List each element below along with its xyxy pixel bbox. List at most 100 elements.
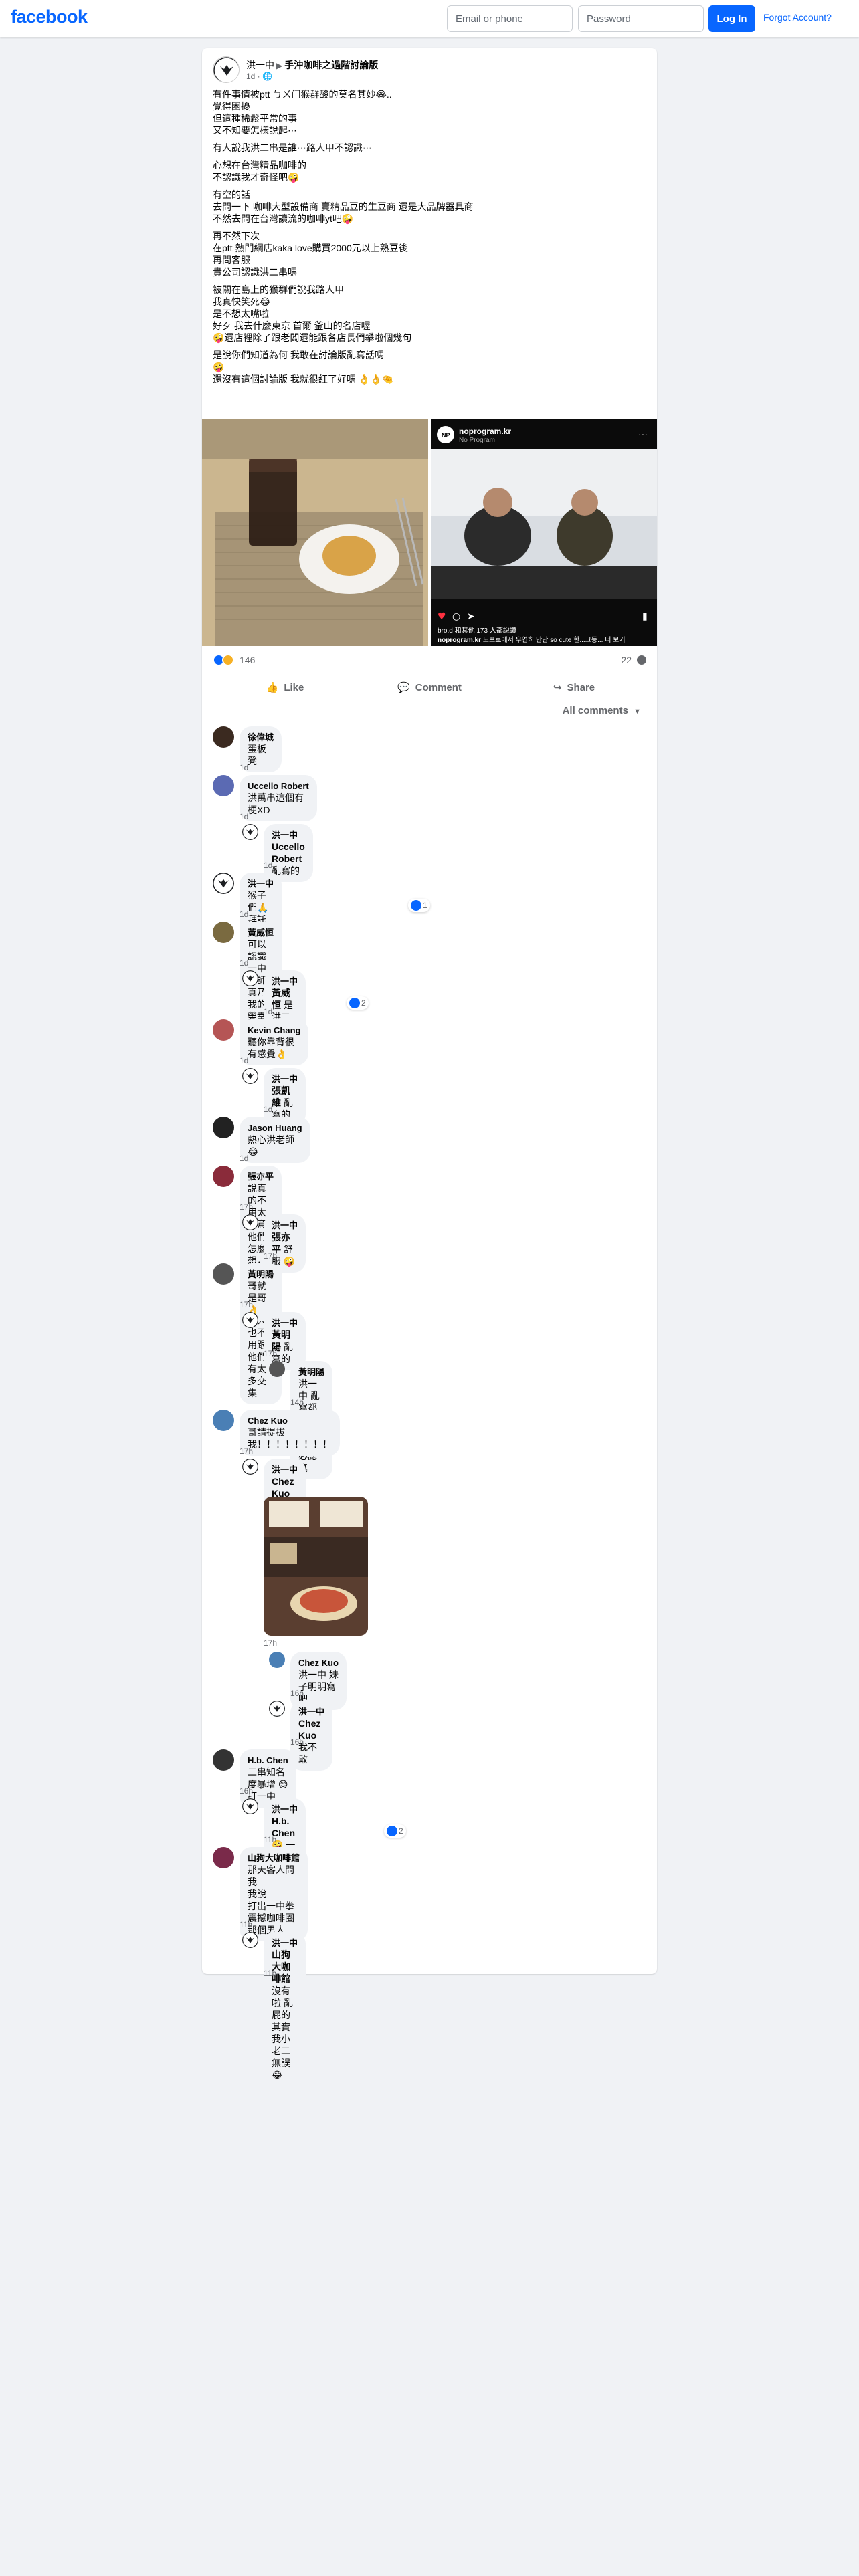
comment-time[interactable]: 16h bbox=[290, 1689, 304, 1698]
commenter-name[interactable]: 洪一中 bbox=[272, 1220, 298, 1231]
commenter-avatar[interactable] bbox=[242, 970, 258, 986]
commenter-avatar[interactable] bbox=[269, 1361, 285, 1377]
commenter-avatar[interactable] bbox=[213, 726, 234, 748]
author-name[interactable]: 洪一中 bbox=[246, 60, 274, 70]
comment-button[interactable]: 💬 Comment bbox=[357, 673, 502, 702]
comment-time[interactable]: 17h bbox=[264, 1349, 277, 1358]
commenter-name[interactable]: 洪一中 bbox=[272, 1464, 298, 1475]
commenter-name[interactable]: 洪一中 bbox=[272, 1317, 298, 1329]
author-avatar[interactable] bbox=[213, 56, 240, 83]
commenter-name[interactable]: 徐偉城 bbox=[248, 732, 274, 743]
commenter-name[interactable]: Uccello Robert bbox=[248, 780, 309, 792]
comment-time[interactable]: 1d bbox=[240, 763, 248, 772]
comment-time[interactable]: 17h bbox=[240, 1300, 253, 1309]
photo-instagram-screenshot[interactable]: NP ··· ♥ ○ ➤ ▮ noprogram.kr No Program b… bbox=[431, 419, 657, 646]
mentioned-user[interactable]: 黃威恒 bbox=[272, 988, 290, 1010]
commenter-name[interactable]: 洪一中 bbox=[272, 1937, 298, 1949]
comment-count[interactable]: 22 bbox=[621, 655, 632, 665]
commenter-name[interactable]: Kevin Chang bbox=[248, 1025, 300, 1036]
commenter-name[interactable]: Jason Huang bbox=[248, 1122, 302, 1134]
comment-time[interactable]: 1d bbox=[240, 909, 248, 919]
comment-time[interactable]: 11h bbox=[240, 1920, 252, 1929]
commenter-avatar[interactable] bbox=[213, 1019, 234, 1041]
commenter-avatar[interactable] bbox=[213, 873, 234, 894]
commenter-avatar[interactable] bbox=[213, 1749, 234, 1771]
comment-reactions[interactable]: 2 bbox=[384, 1824, 406, 1838]
password-field[interactable] bbox=[578, 5, 704, 32]
comment-reaction-count: 1 bbox=[423, 901, 427, 910]
post-header: 洪一中 ▶ 手沖咖啡之過階討論版 1d · 🌐 bbox=[213, 56, 641, 86]
commenter-avatar[interactable] bbox=[213, 1847, 234, 1868]
commenter-avatar[interactable] bbox=[269, 1701, 285, 1717]
comment-time[interactable]: 1d bbox=[264, 1105, 272, 1114]
comment-time[interactable]: 1d bbox=[264, 861, 272, 870]
comment-time[interactable]: 17h bbox=[264, 1251, 277, 1261]
comment-time[interactable]: 1d bbox=[240, 812, 248, 821]
commenter-name[interactable]: 黃明陽 bbox=[298, 1366, 324, 1378]
comment-time[interactable]: 11h bbox=[264, 1969, 276, 1978]
comment-time[interactable]: 1d bbox=[240, 958, 248, 968]
commenter-avatar[interactable] bbox=[213, 1117, 234, 1138]
commenter-name[interactable]: 洪一中 bbox=[298, 1706, 324, 1717]
top-navigation-bar: facebook Log In Forgot Account? bbox=[0, 0, 859, 37]
photo-coffee-table[interactable] bbox=[202, 419, 428, 646]
commenter-avatar[interactable] bbox=[213, 922, 234, 943]
comment-time[interactable]: 1d bbox=[264, 1007, 272, 1016]
comment-sort-dropdown[interactable]: All comments ▼ bbox=[213, 705, 646, 721]
comment-time[interactable]: 17h bbox=[240, 1202, 253, 1212]
commenter-name[interactable]: 洪一中 bbox=[272, 829, 305, 841]
mentioned-user[interactable]: Chez Kuo bbox=[272, 1476, 294, 1499]
comment-time[interactable]: 17h bbox=[240, 1446, 253, 1456]
commenter-avatar[interactable] bbox=[242, 1459, 258, 1475]
commenter-name[interactable]: 洪一中 bbox=[272, 976, 298, 987]
comment-time[interactable]: 1d bbox=[240, 1154, 248, 1163]
mentioned-user[interactable]: 張凱維 bbox=[272, 1085, 290, 1108]
commenter-avatar[interactable] bbox=[213, 1410, 234, 1431]
like-button[interactable]: 👍 Like bbox=[213, 673, 357, 702]
comment-text: 張凱維 亂寫的 bbox=[272, 1085, 293, 1120]
mentioned-user[interactable]: 山狗大咖啡館 bbox=[272, 1949, 290, 1984]
commenter-avatar[interactable] bbox=[242, 824, 258, 840]
reaction-count[interactable]: 146 bbox=[240, 655, 255, 665]
comment-time[interactable]: 1d bbox=[240, 1056, 248, 1065]
commenter-avatar[interactable] bbox=[242, 1932, 258, 1948]
comment-time[interactable]: 16h bbox=[240, 1786, 253, 1796]
commenter-name[interactable]: 洪一中 bbox=[272, 1804, 298, 1815]
comment-bubble: Kevin Chang 聽你靠背很有感覺👌 bbox=[240, 1019, 309, 1065]
post-time[interactable]: 1d · bbox=[246, 72, 262, 81]
group-name[interactable]: 手沖咖啡之過階討論版 bbox=[284, 60, 378, 70]
commenter-avatar[interactable] bbox=[213, 1263, 234, 1285]
commenter-avatar[interactable] bbox=[242, 1798, 258, 1814]
comment-time[interactable]: 14h bbox=[290, 1398, 304, 1407]
comment-time[interactable]: 11h bbox=[264, 1835, 276, 1844]
comment-time[interactable]: 17h bbox=[264, 1638, 277, 1648]
comment-time[interactable]: 16h bbox=[290, 1737, 304, 1747]
commenter-avatar[interactable] bbox=[213, 775, 234, 796]
facebook-logo[interactable]: facebook bbox=[11, 7, 88, 27]
reactions-summary[interactable]: 146 22 bbox=[213, 653, 646, 669]
commenter-name[interactable]: Chez Kuo bbox=[298, 1657, 339, 1669]
share-button[interactable]: ↪ Share bbox=[502, 673, 646, 702]
commenter-name[interactable]: 洪一中 bbox=[272, 1073, 298, 1085]
comment-photo[interactable] bbox=[264, 1497, 368, 1636]
commenter-avatar[interactable] bbox=[213, 1166, 234, 1187]
forgot-account-link[interactable]: Forgot Account? bbox=[763, 12, 832, 23]
comment-reactions[interactable]: 2 bbox=[347, 996, 369, 1010]
comment-reactions[interactable]: 1 bbox=[408, 899, 430, 912]
commenter-name[interactable]: Chez Kuo bbox=[248, 1415, 332, 1426]
post-paragraph: 有人說我洪二串是誰⋯路人甲不認識⋯ bbox=[213, 142, 372, 153]
mentioned-user[interactable]: Uccello Robert bbox=[272, 841, 305, 864]
commenter-name[interactable]: 張亦平 bbox=[248, 1171, 274, 1182]
commenter-name[interactable]: 黃明陽 bbox=[248, 1269, 274, 1280]
commenter-avatar[interactable] bbox=[269, 1652, 285, 1668]
email-field[interactable] bbox=[447, 5, 573, 32]
commenter-avatar[interactable] bbox=[242, 1312, 258, 1328]
commenter-name[interactable]: 黃威恒 bbox=[248, 927, 274, 938]
comment-bubble: 洪一中 山狗大咖啡館 沒有啦 亂屁的 其實我小老二無誤😂 bbox=[264, 1932, 306, 2086]
commenter-name[interactable]: 洪一中 bbox=[248, 878, 274, 889]
commenter-avatar[interactable] bbox=[242, 1214, 258, 1230]
commenter-avatar[interactable] bbox=[242, 1068, 258, 1084]
commenter-name[interactable]: H.b. Chen bbox=[248, 1755, 288, 1766]
commenter-name[interactable]: 山狗大咖啡館 bbox=[248, 1852, 300, 1864]
login-button[interactable]: Log In bbox=[708, 5, 755, 32]
